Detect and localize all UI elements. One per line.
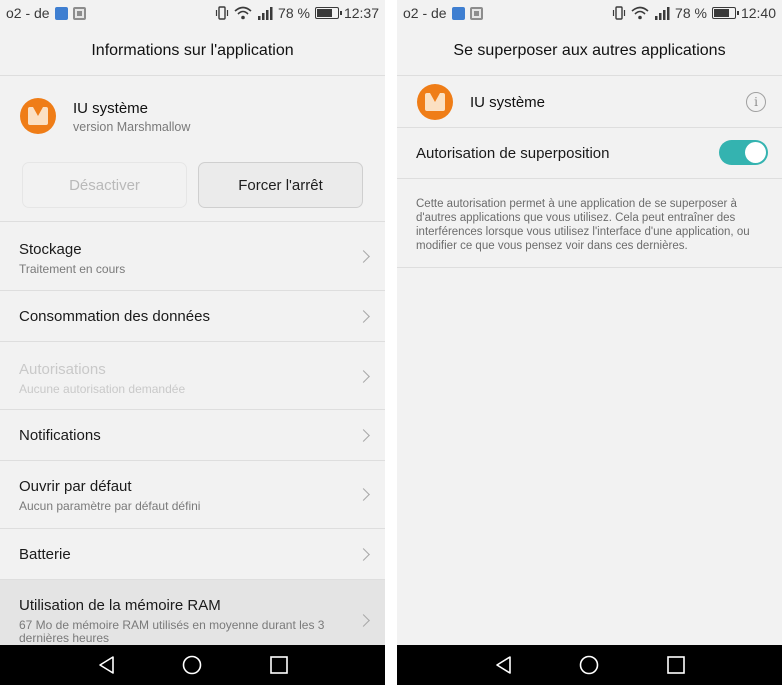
navigation-bar	[0, 645, 385, 685]
clock: 12:40	[740, 5, 776, 21]
home-icon[interactable]	[579, 655, 599, 675]
chevron-right-icon	[357, 370, 370, 383]
wifi-icon	[234, 6, 252, 20]
list-item-title: Consommation des données	[19, 308, 210, 325]
home-icon[interactable]	[182, 655, 202, 675]
status-bar: o2 - de 78 % 12:37	[0, 0, 385, 26]
list-item-battery[interactable]: Batterie	[0, 528, 385, 579]
battery-fill	[713, 9, 729, 17]
app-name: IU système	[73, 100, 149, 117]
list-item-subtitle: Traitement en cours	[19, 262, 126, 276]
battery-icon	[314, 7, 342, 19]
overlay-permission-label: Autorisation de superposition	[416, 145, 610, 162]
page-title: Informations sur l'application	[0, 26, 385, 76]
list-item-storage[interactable]: Stockage Traitement en cours	[0, 221, 385, 290]
status-bar: o2 - de 78 % 12:40	[397, 0, 782, 26]
disable-button[interactable]: Désactiver	[22, 162, 187, 208]
notification-app-icon	[54, 6, 68, 20]
chevron-right-icon	[357, 250, 370, 263]
battery-percentage: 78 %	[278, 5, 310, 21]
clock: 12:37	[343, 5, 379, 21]
navigation-bar	[397, 645, 782, 685]
chevron-right-icon	[357, 614, 370, 627]
marshmallow-app-icon	[20, 98, 56, 134]
app-version: version Marshmallow	[73, 120, 191, 134]
chevron-right-icon	[357, 429, 370, 442]
list-item-subtitle: 67 Mo de mémoire RAM utilisés en moyenne…	[19, 618, 325, 645]
list-item-data-usage[interactable]: Consommation des données	[0, 290, 385, 341]
screenshot-notification-icon	[469, 6, 483, 20]
list-item-notifications[interactable]: Notifications	[0, 409, 385, 460]
overlay-permission-row[interactable]: Autorisation de superposition	[397, 128, 782, 179]
toggle-knob	[745, 142, 766, 163]
app-info-screen: o2 - de 78 % 12:37 Informations sur l'ap…	[0, 0, 385, 685]
screenshot-notification-icon	[72, 6, 86, 20]
battery-icon	[711, 7, 739, 19]
app-row: IU système i	[397, 77, 782, 128]
settings-list: Stockage Traitement en cours Consommatio…	[0, 221, 385, 659]
marshmallow-app-icon	[417, 84, 453, 120]
list-item-title: Notifications	[19, 427, 101, 444]
chevron-right-icon	[357, 488, 370, 501]
list-item-title: Batterie	[19, 546, 71, 563]
battery-fill	[316, 9, 332, 17]
back-icon[interactable]	[494, 655, 514, 675]
signal-icon	[655, 7, 670, 20]
divider	[397, 267, 782, 268]
back-icon[interactable]	[97, 655, 117, 675]
list-item-title: Ouvrir par défaut	[19, 478, 132, 495]
wifi-icon	[631, 6, 649, 20]
list-item-title: Autorisations	[19, 361, 106, 378]
recents-icon[interactable]	[269, 655, 289, 675]
signal-icon	[258, 7, 273, 20]
list-item-title: Stockage	[19, 241, 82, 258]
carrier-label: o2 - de	[6, 5, 50, 21]
app-name: IU système	[470, 94, 546, 111]
screen-divider	[385, 0, 397, 685]
battery-percentage: 78 %	[675, 5, 707, 21]
list-item-subtitle: Aucune autorisation demandée	[19, 382, 186, 396]
overlay-permission-screen: o2 - de 78 % 12:40 Se superposer aux aut…	[397, 0, 782, 685]
list-item-open-by-default[interactable]: Ouvrir par défaut Aucun paramètre par dé…	[0, 460, 385, 528]
list-item-title: Utilisation de la mémoire RAM	[19, 597, 221, 614]
overlay-permission-toggle[interactable]	[719, 140, 768, 165]
force-stop-button[interactable]: Forcer l'arrêt	[198, 162, 363, 208]
list-item-permissions[interactable]: Autorisations Aucune autorisation demand…	[0, 341, 385, 409]
vibrate-icon	[215, 6, 229, 20]
vibrate-icon	[612, 6, 626, 20]
carrier-label: o2 - de	[403, 5, 447, 21]
chevron-right-icon	[357, 548, 370, 561]
chevron-right-icon	[357, 310, 370, 323]
list-item-subtitle: Aucun paramètre par défaut défini	[19, 499, 201, 513]
page-title: Se superposer aux autres applications	[397, 26, 782, 76]
recents-icon[interactable]	[666, 655, 686, 675]
info-icon[interactable]: i	[746, 92, 766, 112]
permission-description: Cette autorisation permet à une applicat…	[416, 198, 750, 252]
notification-app-icon	[451, 6, 465, 20]
